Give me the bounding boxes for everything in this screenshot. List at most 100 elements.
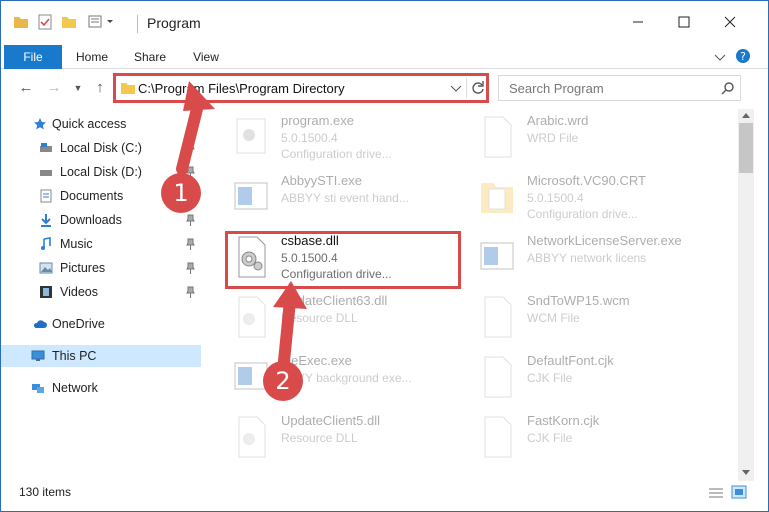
sidebar-item-pictures[interactable]: Pictures — [1, 257, 201, 279]
back-icon[interactable]: ← — [15, 77, 37, 99]
file-detail: WRD File — [527, 131, 579, 145]
sidebar-item-local-disk-c[interactable]: Local Disk (C:) — [1, 137, 201, 159]
up-icon[interactable]: ↑ — [89, 77, 111, 99]
scroll-thumb[interactable] — [739, 123, 753, 173]
pin-icon[interactable] — [186, 238, 195, 250]
step-badge-2: 2 — [263, 361, 303, 401]
file-item[interactable]: AbbyySTI.exe ABBYY sti event hand... — [221, 169, 461, 227]
download-icon — [41, 214, 51, 227]
minimize-icon[interactable] — [623, 11, 653, 33]
help-icon[interactable]: ? — [735, 48, 751, 64]
music-icon — [41, 237, 51, 250]
folder-icon — [14, 17, 28, 28]
file-detail: Configuration drive... — [527, 207, 638, 221]
file-name: NetworkLicenseServer.exe — [527, 233, 682, 248]
document-file-icon — [484, 416, 512, 458]
close-icon[interactable] — [715, 11, 745, 33]
file-item[interactable]: UpdateClient5.dll Resource DLL — [221, 409, 461, 467]
file-item[interactable]: Arabic.wrd WRD File — [467, 109, 707, 167]
tab-view[interactable]: View — [181, 45, 231, 69]
pin-icon[interactable] — [186, 142, 195, 154]
file-detail: WCM File — [527, 311, 580, 325]
large-icons-view-icon[interactable] — [731, 485, 747, 499]
sidebar-item-quick-access[interactable]: Quick access — [1, 113, 201, 135]
scroll-down-icon[interactable] — [741, 469, 751, 477]
file-item[interactable]: program.exe 5.0.1500.4 Configuration dri… — [221, 109, 461, 167]
forward-icon[interactable]: → — [43, 77, 65, 99]
file-item[interactable]: Microsoft.VC90.CRT 5.0.1500.4 Configurat… — [467, 169, 707, 227]
file-detail: ABBYY sti event hand... — [281, 191, 409, 205]
file-detail: 5.0.1500.4 — [281, 131, 338, 145]
star-icon — [34, 118, 46, 130]
document-file-icon — [484, 356, 512, 398]
file-detail: Resource DLL — [281, 431, 358, 445]
sidebar-item-this-pc[interactable]: This PC — [1, 345, 201, 367]
sidebar-item-label: This PC — [52, 349, 97, 363]
ribbon-tabs: File Home Share View ? — [1, 45, 768, 69]
file-item[interactable]: ineExec.exe BBYY background exe... — [221, 349, 461, 407]
pin-icon[interactable] — [186, 286, 195, 298]
maximize-icon[interactable] — [669, 11, 699, 33]
file-item[interactable]: NetworkLicenseServer.exe ABBYY network l… — [467, 229, 707, 287]
sidebar-item-network[interactable]: Network — [1, 377, 201, 399]
file-name: Microsoft.VC90.CRT — [527, 173, 646, 188]
pc-icon — [31, 350, 45, 361]
tab-file[interactable]: File — [4, 45, 62, 69]
sidebar-item-label: Downloads — [60, 213, 122, 227]
ribbon-expand-icon[interactable] — [713, 51, 727, 63]
tab-home[interactable]: Home — [67, 45, 117, 69]
navigation-pane: Quick access Local Disk (C:) Local Disk … — [1, 109, 206, 481]
new-folder-icon[interactable] — [61, 14, 77, 30]
sidebar-item-music[interactable]: Music — [1, 233, 201, 255]
file-name: UpdateClient63.dll — [281, 293, 388, 308]
file-name: AbbyySTI.exe — [281, 173, 362, 188]
item-count: 130 items — [19, 485, 72, 499]
vertical-scrollbar[interactable] — [738, 109, 754, 481]
file-item[interactable]: DefaultFont.cjk CJK File — [467, 349, 707, 407]
recent-locations-icon[interactable]: ▼ — [67, 77, 89, 99]
pin-icon[interactable] — [186, 214, 195, 226]
videos-icon — [40, 286, 52, 298]
sidebar-item-label: OneDrive — [52, 317, 105, 331]
file-name: UpdateClient5.dll — [281, 413, 381, 428]
file-highlight-box — [225, 231, 461, 289]
properties-icon[interactable] — [37, 14, 53, 30]
pictures-icon — [39, 262, 53, 274]
file-detail: 5.0.1500.4 — [527, 191, 584, 205]
sidebar-item-videos[interactable]: Videos — [1, 281, 201, 303]
customize-toolbar-icon[interactable] — [87, 14, 117, 30]
document-file-icon — [484, 116, 512, 158]
app-file-icon — [234, 182, 268, 210]
scroll-up-icon[interactable] — [741, 111, 751, 119]
documents-icon — [40, 189, 52, 203]
tab-share[interactable]: Share — [125, 45, 175, 69]
sidebar-item-label: Pictures — [60, 261, 106, 275]
details-view-icon[interactable] — [708, 486, 724, 500]
file-name: FastKorn.cjk — [527, 413, 600, 428]
search-icon — [721, 82, 734, 95]
pin-icon[interactable] — [186, 262, 195, 274]
search-placeholder: Search Program — [509, 81, 604, 96]
sidebar-item-label: Music — [60, 237, 93, 251]
app-file-icon — [480, 242, 514, 270]
file-name: Arabic.wrd — [527, 113, 589, 128]
title-separator — [137, 15, 138, 33]
sidebar-item-label: Videos — [60, 285, 98, 299]
file-name: SndToWP15.wcm — [527, 293, 630, 308]
sidebar-item-onedrive[interactable]: OneDrive — [1, 313, 201, 335]
file-detail: Resource DLL — [281, 311, 358, 325]
sidebar-item-downloads[interactable]: Downloads — [1, 209, 201, 231]
file-item[interactable]: FastKorn.cjk CJK File — [467, 409, 707, 467]
search-box[interactable]: Search Program — [498, 75, 741, 101]
sidebar-item-label: Local Disk (C:) — [60, 141, 142, 155]
file-item[interactable]: SndToWP15.wcm WCM File — [467, 289, 707, 347]
sidebar-item-label: Quick access — [52, 117, 127, 131]
dll-file-icon — [238, 296, 266, 338]
address-row: ← → ▼ ↑ C:\Program Files\Program Directo… — [1, 71, 768, 105]
address-highlight-box — [113, 73, 489, 103]
file-detail: CJK File — [527, 371, 573, 385]
file-detail: ABBYY network licens — [527, 251, 647, 265]
file-item[interactable]: UpdateClient63.dll Resource DLL — [221, 289, 461, 347]
sidebar-item-label: Local Disk (D:) — [60, 165, 142, 179]
dll-file-icon — [238, 416, 266, 458]
